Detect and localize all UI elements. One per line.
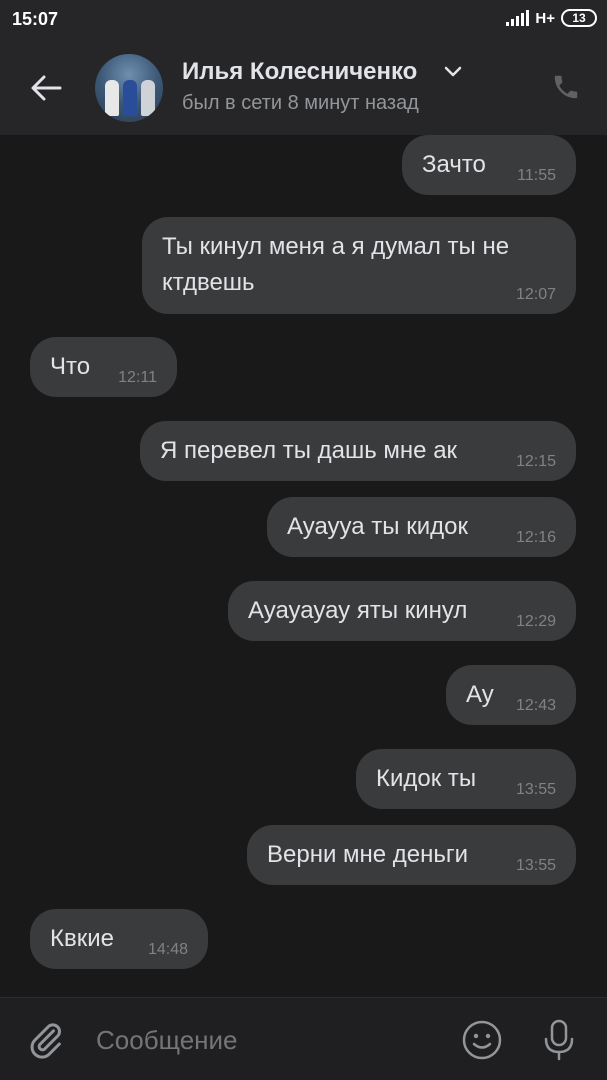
emoji-icon[interactable] [461,1019,503,1061]
message-time: 14:48 [147,941,188,958]
message-composer [0,997,607,1080]
network-type: H+ [535,9,555,27]
phone-icon[interactable] [551,72,581,102]
mic-icon[interactable] [541,1018,577,1062]
contact-name[interactable]: Илья Колесниченко [182,58,417,86]
outgoing-message-bubble[interactable]: Я перевел ты дашь мне ак 12:15 [140,421,576,481]
outgoing-message-bubble[interactable]: Ау 12:43 [446,665,576,725]
message-text: Ауауауау яты кинул [248,597,468,624]
message-text: Квкие [50,925,114,952]
chevron-down-icon[interactable] [444,66,462,78]
message-text: Что [50,353,91,380]
incoming-message-bubble[interactable]: Что 12:11 [30,337,177,397]
avatar[interactable] [95,54,163,122]
message-time: 12:07 [515,286,556,303]
message-text: Ау [466,681,494,708]
message-text: Кидок ты [376,765,477,792]
status-indicators: H+ 13 [506,9,597,27]
message-text: Ты кинул меня а я думал ты не [162,233,510,260]
outgoing-message-bubble[interactable]: Ауаууа ты кидок 12:16 [267,497,576,557]
message-text: ктдвешь [162,269,255,296]
message-time: 13:55 [515,781,556,798]
outgoing-message-bubble[interactable]: Ты кинул меня а я думал ты не ктдвешь 12:0… [142,217,576,314]
message-time: 12:15 [515,453,556,470]
battery-level: 13 [572,11,586,25]
outgoing-message-bubble[interactable]: Зачто 11:55 [402,135,576,195]
status-bar: 15:07 H+ 13 [0,0,607,40]
signal-icon [506,10,530,26]
message-time: 12:29 [515,613,556,630]
message-text: Ауаууа ты кидок [287,513,468,540]
incoming-message-bubble[interactable]: Квкие 14:48 [30,909,208,969]
chat-header: Илья Колесниченко был в сети 8 минут наз… [0,40,607,135]
message-list: Зачто 11:55 Ты кинул меня а я думал ты не к… [0,135,607,997]
contact-last-seen: был в сети 8 минут назад [182,92,419,114]
outgoing-message-bubble[interactable]: Ауауауау яты кинул 12:29 [228,581,576,641]
message-text: Я перевел ты дашь мне ак [160,437,458,464]
message-time: 12:43 [515,697,556,714]
back-button[interactable] [26,68,66,108]
message-text: Зачто [422,151,486,178]
message-time: 12:11 [118,369,157,386]
battery-icon: 13 [561,9,597,27]
message-time: 13:55 [515,857,556,874]
message-time: 12:16 [515,529,556,546]
status-time: 15:07 [12,9,59,29]
attach-icon[interactable] [26,1020,66,1060]
back-arrow-icon [31,75,62,101]
message-input[interactable] [96,1023,436,1057]
outgoing-message-bubble[interactable]: Верни мне деньги 13:55 [247,825,576,885]
message-time: 11:55 [517,167,556,184]
outgoing-message-bubble[interactable]: Кидок ты 13:55 [356,749,576,809]
message-text: Верни мне деньги [267,841,469,868]
